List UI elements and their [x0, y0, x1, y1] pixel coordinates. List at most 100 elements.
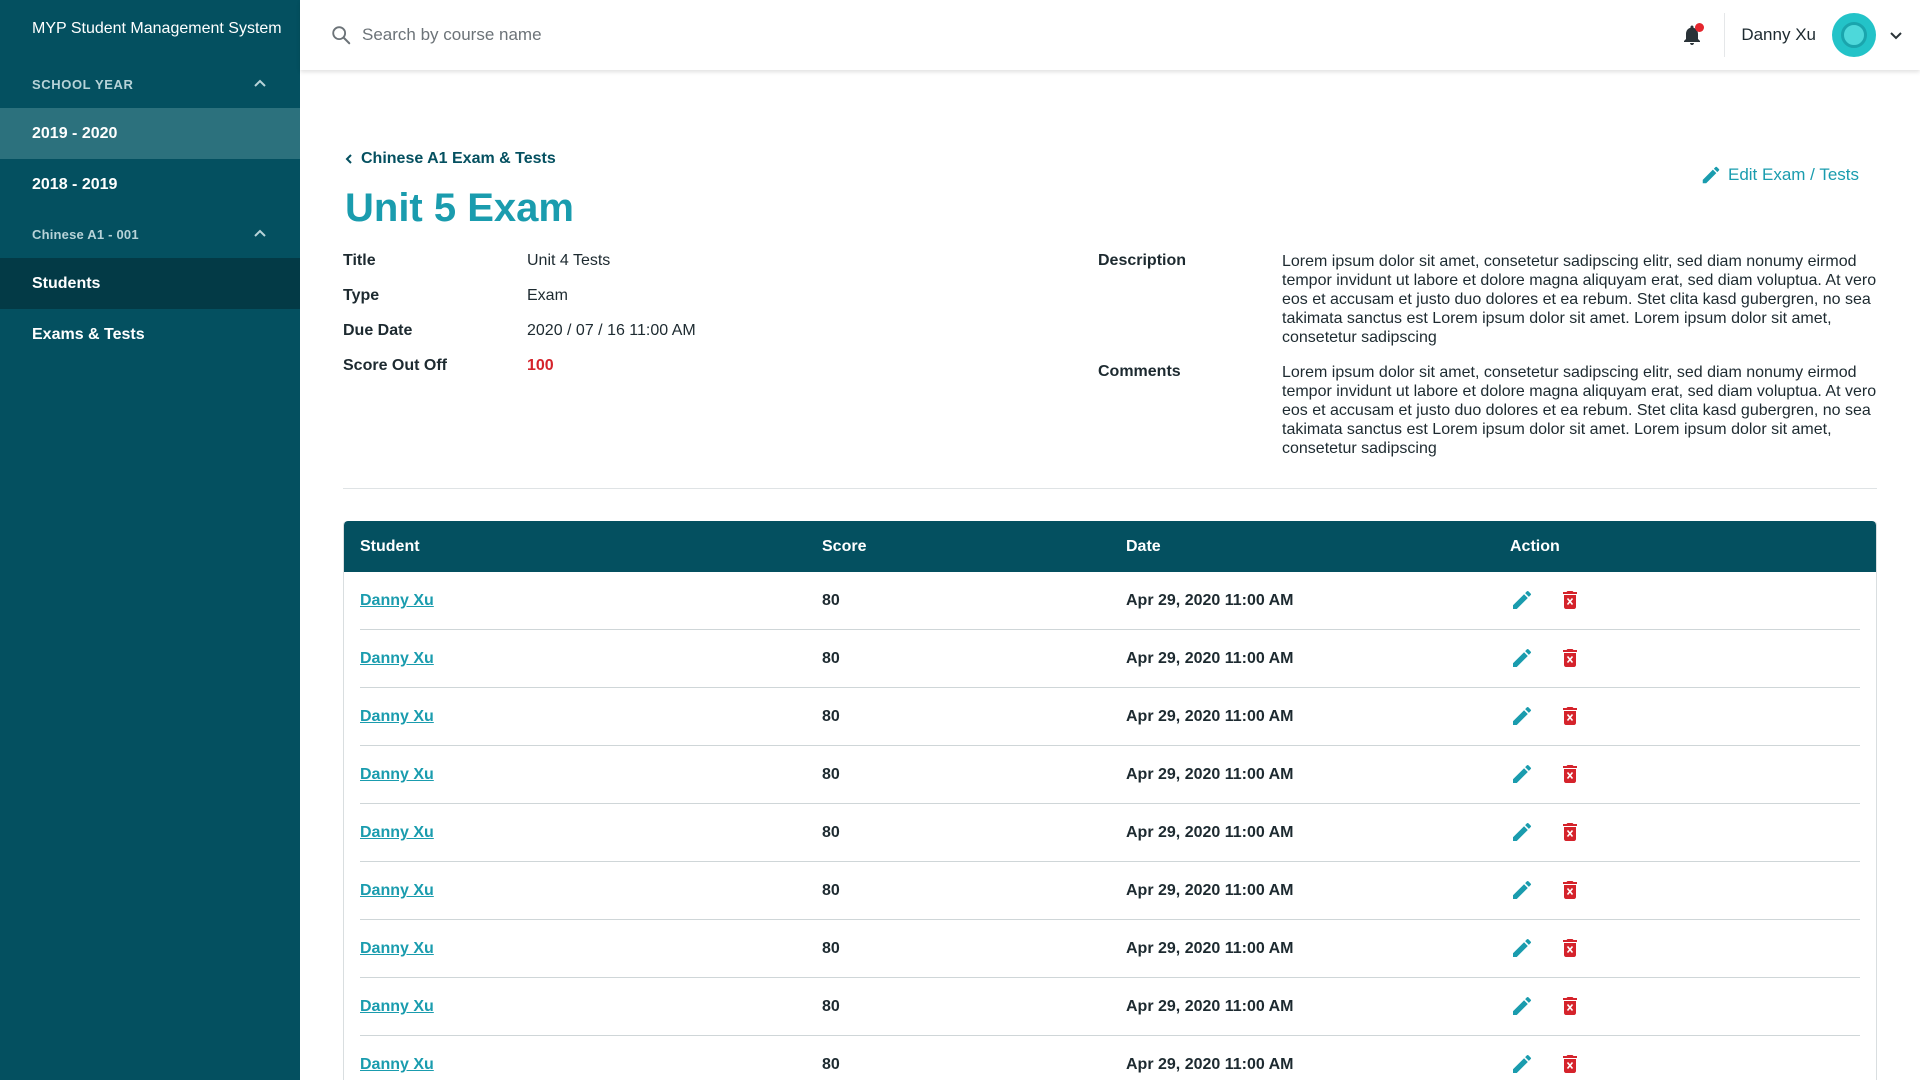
score-cell: 80 — [822, 824, 840, 841]
date-cell: Apr 29, 2020 11:00 AM — [1126, 592, 1294, 609]
trash-icon[interactable] — [1558, 878, 1582, 902]
username[interactable]: Danny Xu — [1741, 25, 1816, 45]
score-cell: 80 — [822, 766, 840, 783]
column-header-date[interactable]: Date — [1126, 538, 1161, 556]
detail-value: Lorem ipsum dolor sit amet, consetetur s… — [1282, 253, 1877, 346]
edit-exam-label: Edit Exam / Tests — [1727, 165, 1859, 184]
table-row: Danny Xu 80 Apr 29, 2020 11:00 AM — [360, 746, 1860, 804]
date-cell: Apr 29, 2020 11:00 AM — [1126, 708, 1294, 725]
course-section-header[interactable]: Chinese A1 - 001 — [0, 210, 300, 258]
table-row: Danny Xu 80 Apr 29, 2020 11:00 AM — [360, 804, 1860, 862]
date-cell: Apr 29, 2020 11:00 AM — [1126, 1056, 1294, 1073]
pencil-icon[interactable] — [1510, 704, 1534, 728]
school-year-label: SCHOOL YEAR — [32, 76, 134, 92]
user-area: Danny Xu — [1680, 0, 1920, 70]
breadcrumb-label: Chinese A1 Exam & Tests — [361, 150, 556, 167]
table-row: Danny Xu 80 Apr 29, 2020 11:00 AM — [360, 688, 1860, 746]
score-cell: 80 — [822, 882, 840, 899]
sidebar: MYP Student Management System SCHOOL YEA… — [0, 0, 300, 1080]
scores-table: Student Score Date Action Danny Xu 80 Ap… — [343, 521, 1877, 1080]
detail-key: Description — [1098, 252, 1187, 269]
trash-icon[interactable] — [1558, 646, 1582, 670]
detail-key: Title — [343, 252, 376, 269]
page-title: Unit 5 Exam — [345, 186, 574, 230]
trash-icon[interactable] — [1558, 762, 1582, 786]
score-cell: 80 — [822, 650, 840, 667]
student-link[interactable]: Danny Xu — [360, 592, 434, 610]
score-cell: 80 — [822, 708, 840, 725]
student-link[interactable]: Danny Xu — [360, 708, 434, 726]
chevron-up-icon[interactable] — [252, 76, 268, 92]
trash-icon[interactable] — [1558, 588, 1582, 612]
pencil-icon — [1702, 166, 1720, 184]
student-link[interactable]: Danny Xu — [360, 650, 434, 668]
detail-value: Unit 4 Tests — [527, 252, 611, 269]
divider — [1724, 13, 1726, 57]
app-title: MYP Student Management System — [32, 20, 282, 37]
column-header-action: Action — [1510, 538, 1560, 555]
pencil-icon[interactable] — [1510, 762, 1534, 786]
pencil-icon[interactable] — [1510, 646, 1534, 670]
avatar-icon[interactable] — [1832, 13, 1876, 57]
school-year-section-header[interactable]: SCHOOL YEAR — [0, 60, 300, 108]
pencil-icon[interactable] — [1510, 588, 1534, 612]
column-header-score[interactable]: Score — [822, 538, 866, 556]
date-cell: Apr 29, 2020 11:00 AM — [1126, 824, 1294, 841]
detail-value: Lorem ipsum dolor sit amet, consetetur s… — [1282, 364, 1877, 457]
table-row: Danny Xu 80 Apr 29, 2020 11:00 AM — [360, 630, 1860, 688]
student-link[interactable]: Danny Xu — [360, 882, 434, 900]
detail-key: Score Out Off — [343, 357, 448, 374]
chevron-down-icon[interactable] — [1888, 27, 1904, 43]
edit-exam-button[interactable]: Edit Exam / Tests — [1700, 164, 1859, 186]
detail-value: 100 — [527, 357, 554, 374]
search-input[interactable] — [362, 25, 862, 45]
trash-icon[interactable] — [1558, 1052, 1582, 1076]
score-cell: 80 — [822, 998, 840, 1015]
pencil-icon[interactable] — [1510, 994, 1534, 1018]
pencil-icon[interactable] — [1510, 820, 1534, 844]
chevron-left-icon — [345, 154, 352, 164]
breadcrumb[interactable]: Chinese A1 Exam & Tests — [343, 150, 556, 168]
student-link[interactable]: Danny Xu — [360, 766, 434, 784]
date-cell: Apr 29, 2020 11:00 AM — [1126, 998, 1294, 1015]
sidebar-item-year-2019-2020[interactable]: 2019 - 2020 — [0, 108, 300, 159]
sidebar-item-students[interactable]: Students — [0, 258, 300, 309]
sidebar-item-exams-tests[interactable]: Exams & Tests — [0, 309, 300, 360]
trash-icon[interactable] — [1558, 820, 1582, 844]
section-divider — [343, 488, 1877, 489]
chevron-up-icon[interactable] — [252, 226, 268, 242]
trash-icon[interactable] — [1558, 704, 1582, 728]
detail-value: 2020 / 07 / 16 11:00 AM — [527, 322, 696, 339]
student-link[interactable]: Danny Xu — [360, 998, 434, 1016]
detail-key: Type — [343, 287, 380, 304]
top-bar: Danny Xu — [300, 0, 1920, 70]
pencil-icon[interactable] — [1510, 878, 1534, 902]
course-label: Chinese A1 - 001 — [32, 226, 139, 242]
score-cell: 80 — [822, 940, 840, 957]
sidebar-item-year-2018-2019[interactable]: 2018 - 2019 — [0, 159, 300, 210]
table-row: Danny Xu 80 Apr 29, 2020 11:00 AM — [360, 862, 1860, 920]
student-link[interactable]: Danny Xu — [360, 824, 434, 842]
table-row: Danny Xu 80 Apr 29, 2020 11:00 AM — [360, 1036, 1860, 1080]
table-body: Danny Xu 80 Apr 29, 2020 11:00 AM Danny … — [344, 572, 1876, 1080]
table-header: Student Score Date Action — [344, 521, 1876, 572]
trash-icon[interactable] — [1558, 936, 1582, 960]
table-row: Danny Xu 80 Apr 29, 2020 11:00 AM — [360, 572, 1860, 630]
student-link[interactable]: Danny Xu — [360, 940, 434, 958]
pencil-icon[interactable] — [1510, 936, 1534, 960]
student-link[interactable]: Danny Xu — [360, 1056, 434, 1074]
date-cell: Apr 29, 2020 11:00 AM — [1126, 766, 1294, 783]
notifications-button[interactable] — [1680, 23, 1705, 47]
date-cell: Apr 29, 2020 11:00 AM — [1126, 882, 1294, 899]
trash-icon[interactable] — [1558, 994, 1582, 1018]
search-bar — [330, 24, 930, 46]
score-cell: 80 — [822, 592, 840, 609]
column-header-student[interactable]: Student — [360, 538, 420, 556]
detail-value: Exam — [527, 287, 568, 304]
detail-key: Due Date — [343, 322, 413, 339]
score-cell: 80 — [822, 1056, 840, 1073]
search-icon — [332, 26, 351, 45]
table-row: Danny Xu 80 Apr 29, 2020 11:00 AM — [360, 978, 1860, 1036]
pencil-icon[interactable] — [1510, 1052, 1534, 1076]
date-cell: Apr 29, 2020 11:00 AM — [1126, 650, 1294, 667]
